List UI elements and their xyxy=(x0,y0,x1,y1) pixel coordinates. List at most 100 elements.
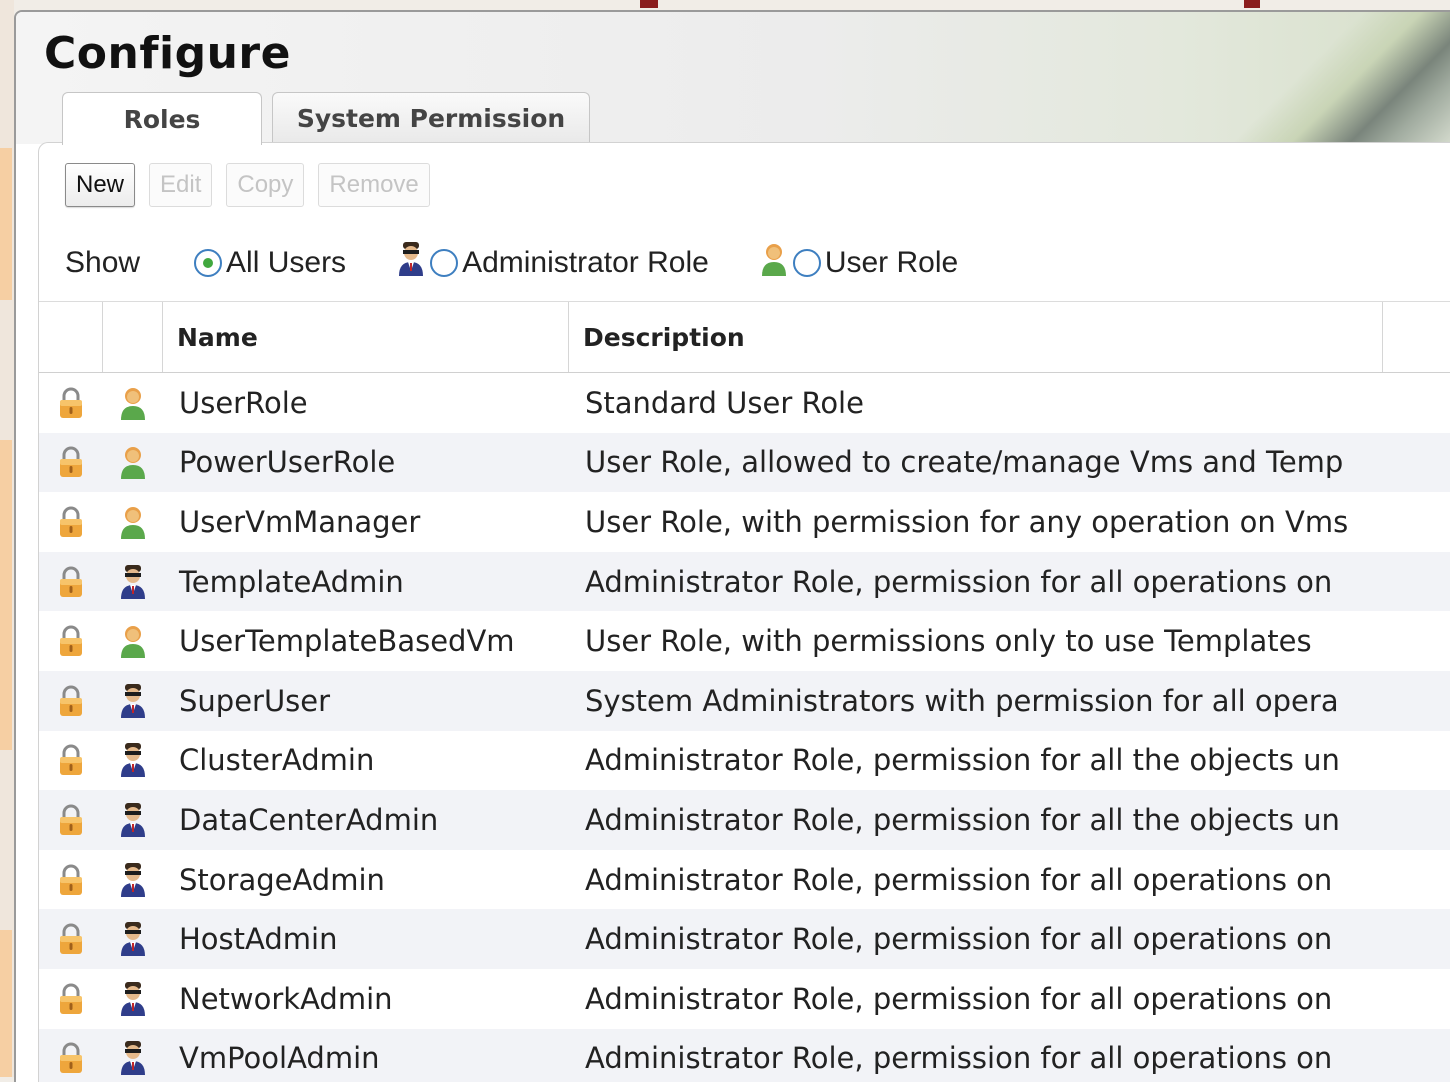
column-header-name[interactable]: Name xyxy=(163,302,569,372)
radio-button[interactable] xyxy=(430,249,459,277)
lock-icon xyxy=(39,863,103,897)
roles-panel: New Edit Copy Remove Show All Users Admi… xyxy=(38,142,1450,1082)
radio-all-users[interactable]: All Users xyxy=(194,246,346,280)
table-row[interactable]: TemplateAdmin Administrator Role, permiss… xyxy=(39,551,1450,612)
role-description: Administrator Role, permission for all o… xyxy=(585,862,1333,897)
admin-user-icon xyxy=(103,981,163,1017)
configure-dialog: Configure Roles System Permission New Ed… xyxy=(14,10,1450,1082)
lock-icon xyxy=(39,743,103,777)
lock-icon xyxy=(39,386,103,420)
admin-user-icon xyxy=(103,1040,163,1076)
role-name: HostAdmin xyxy=(179,922,338,957)
role-description-cell: Administrator Role, permission for all t… xyxy=(569,743,1383,777)
role-description-cell: Administrator Role, permission for all o… xyxy=(569,1041,1383,1075)
lock-icon xyxy=(39,922,103,956)
role-name: VmPoolAdmin xyxy=(179,1041,380,1076)
lock-icon xyxy=(39,505,103,539)
role-name: PowerUserRole xyxy=(179,445,396,480)
role-description-cell: User Role, with permission for any opera… xyxy=(569,505,1383,539)
toolbar: New Edit Copy Remove xyxy=(65,163,430,207)
role-description: Administrator Role, permission for all o… xyxy=(585,981,1333,1016)
admin-user-icon xyxy=(103,921,163,957)
radio-label: User Role xyxy=(824,246,959,279)
role-description: Administrator Role, permission for all t… xyxy=(585,743,1340,778)
role-name: TemplateAdmin xyxy=(179,564,404,599)
table-row[interactable]: UserVmManager User Role, with permission … xyxy=(39,492,1450,552)
table-row[interactable]: HostAdmin Administrator Role, permission … xyxy=(39,909,1450,969)
edit-button[interactable]: Edit xyxy=(149,163,213,207)
table-row[interactable]: DataCenterAdmin Administrator Role, permi… xyxy=(39,790,1450,850)
lock-icon xyxy=(39,1041,103,1075)
role-description: Administrator Role, permission for all o… xyxy=(585,1041,1333,1076)
table-row[interactable]: UserTemplateBasedVm User Role, with permi… xyxy=(39,611,1450,671)
role-name: ClusterAdmin xyxy=(179,743,375,778)
user-icon xyxy=(103,385,163,421)
admin-user-icon xyxy=(103,564,163,600)
header-decoration xyxy=(1206,12,1450,144)
role-description-cell: System Administrators with permission fo… xyxy=(569,684,1383,718)
user-icon xyxy=(103,504,163,540)
role-description: Administrator Role, permission for all o… xyxy=(585,564,1333,599)
table-row[interactable]: SuperUser System Administrators with perm… xyxy=(39,670,1450,731)
admin-user-icon xyxy=(103,683,163,719)
lock-icon xyxy=(39,982,103,1016)
column-header-description[interactable]: Description xyxy=(569,302,1383,372)
role-description-cell: User Role, with permissions only to use … xyxy=(569,624,1383,658)
dialog-header: Configure Roles System Permission xyxy=(16,12,1450,145)
role-name: UserRole xyxy=(179,385,308,420)
role-description: User Role, with permission for any opera… xyxy=(585,504,1349,539)
role-name: UserVmManager xyxy=(179,504,421,539)
table-row[interactable]: NetworkAdmin Administrator Role, permissi… xyxy=(39,968,1450,1029)
background-mark xyxy=(640,0,658,8)
lock-icon xyxy=(39,803,103,837)
role-description-cell: User Role, allowed to create/manage Vms … xyxy=(569,445,1383,479)
table-row[interactable]: ClusterAdmin Administrator Role, permissi… xyxy=(39,730,1450,791)
lock-icon xyxy=(39,445,103,479)
copy-button[interactable]: Copy xyxy=(226,163,305,207)
tab-system-permission[interactable]: System Permission xyxy=(272,92,590,143)
role-description-cell: Administrator Role, permission for all o… xyxy=(569,982,1383,1016)
role-description-cell: Administrator Role, permission for all o… xyxy=(569,863,1383,897)
lock-icon xyxy=(39,624,103,658)
background-accent xyxy=(0,440,12,750)
roles-table: Name Description UserRole Standard User R… xyxy=(39,301,1450,1082)
role-filter: Show All Users Administrator Role User R… xyxy=(65,238,958,288)
role-name: UserTemplateBasedVm xyxy=(179,624,515,659)
admin-user-icon xyxy=(103,742,163,778)
tab-roles[interactable]: Roles xyxy=(62,92,262,145)
role-name: StorageAdmin xyxy=(179,862,385,897)
table-row[interactable]: VmPoolAdmin Administrator Role, permissio… xyxy=(39,1028,1450,1082)
admin-user-icon xyxy=(396,241,426,285)
radio-user-role[interactable]: User Role xyxy=(759,241,958,285)
role-description-cell: Administrator Role, permission for all o… xyxy=(569,565,1383,599)
role-description-cell: Administrator Role, permission for all t… xyxy=(569,803,1383,837)
role-name: SuperUser xyxy=(179,683,331,718)
radio-administrator-role[interactable]: Administrator Role xyxy=(396,241,709,285)
table-row[interactable]: PowerUserRole User Role, allowed to creat… xyxy=(39,432,1450,493)
radio-label: Administrator Role xyxy=(462,246,709,279)
column-header-lock[interactable] xyxy=(39,302,103,372)
new-button[interactable]: New xyxy=(65,163,136,207)
user-icon xyxy=(103,623,163,659)
radio-label: All Users xyxy=(226,246,347,279)
remove-button[interactable]: Remove xyxy=(318,163,430,207)
dialog-title: Configure xyxy=(44,28,291,79)
radio-button[interactable] xyxy=(792,249,821,277)
user-icon xyxy=(759,241,789,285)
table-row[interactable]: UserRole Standard User Role xyxy=(39,373,1450,433)
role-description: User Role, with permissions only to use … xyxy=(585,624,1312,659)
table-header: Name Description xyxy=(39,302,1450,373)
show-label: Show xyxy=(65,246,141,279)
background-mark xyxy=(1244,0,1260,8)
role-description-cell: Standard User Role xyxy=(569,386,1383,420)
lock-icon xyxy=(39,565,103,599)
admin-user-icon xyxy=(103,802,163,838)
role-name: NetworkAdmin xyxy=(179,981,393,1016)
table-row[interactable]: StorageAdmin Administrator Role, permissi… xyxy=(39,849,1450,910)
table-body: UserRole Standard User Role PowerUserRole U… xyxy=(39,373,1450,1082)
column-header-type[interactable] xyxy=(103,302,163,372)
role-description: User Role, allowed to create/manage Vms … xyxy=(585,445,1344,480)
role-description: System Administrators with permission fo… xyxy=(585,683,1339,718)
role-description: Administrator Role, permission for all o… xyxy=(585,922,1333,957)
radio-button[interactable] xyxy=(194,249,223,277)
